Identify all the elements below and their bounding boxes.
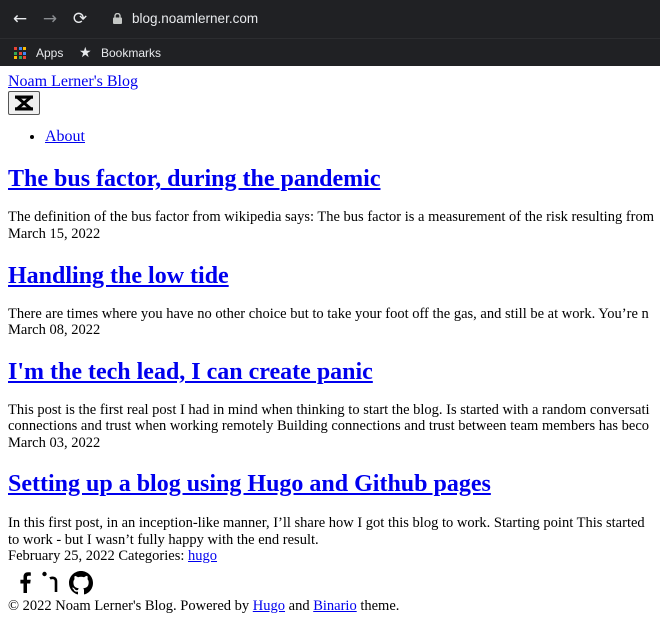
footer-text: theme. bbox=[360, 598, 400, 614]
footer-text: © 2022 Noam Lerner's Blog. Powered by bbox=[8, 598, 250, 614]
lock-icon bbox=[113, 13, 122, 24]
post-title-link[interactable]: Setting up a blog using Hugo and Github … bbox=[8, 471, 491, 497]
category-link[interactable]: hugo bbox=[188, 548, 217, 564]
post-summary: In this first post, in an inception-like… bbox=[8, 515, 645, 531]
post-title-link[interactable]: The bus factor, during the pandemic bbox=[8, 166, 381, 192]
github-icon[interactable] bbox=[68, 571, 94, 600]
post-title: Handling the low tide bbox=[8, 262, 229, 290]
categories-label: Categories: bbox=[118, 548, 185, 564]
footer-hugo-link[interactable]: Hugo bbox=[253, 598, 285, 614]
facebook-icon[interactable] bbox=[18, 571, 32, 598]
menu-toggle-button[interactable] bbox=[8, 91, 40, 115]
post-title: Setting up a blog using Hugo and Github … bbox=[8, 470, 491, 498]
post-meta: February 25, 2022 Categories: hugo bbox=[8, 548, 217, 565]
post-summary: to work - but I wasn’t fully happy with … bbox=[8, 532, 319, 548]
nav-item-about: About bbox=[45, 128, 85, 146]
linkedin-icon[interactable] bbox=[42, 571, 60, 598]
post-date: March 15, 2022 bbox=[8, 226, 101, 242]
post-title-link[interactable]: Handling the low tide bbox=[8, 263, 229, 289]
nav-link-about[interactable]: About bbox=[45, 128, 85, 145]
site-title-link[interactable]: Noam Lerner's Blog bbox=[8, 73, 138, 91]
post-summary: The definition of the bus factor from wi… bbox=[8, 209, 655, 225]
url-text: blog.noamlerner.com bbox=[132, 11, 259, 26]
post-title-link[interactable]: I'm the tech lead, I can create panic bbox=[8, 359, 373, 385]
browser-chrome: ← → ⟳ blog.noamlerner.com Apps ★ Bookmar… bbox=[0, 0, 660, 66]
bookmark-label: Apps bbox=[36, 46, 64, 60]
post-title: I'm the tech lead, I can create panic bbox=[8, 358, 373, 386]
footer-binario-link[interactable]: Binario bbox=[313, 598, 357, 614]
apps-grid-icon bbox=[14, 47, 26, 59]
back-arrow-icon[interactable]: ← bbox=[9, 9, 31, 29]
address-bar[interactable]: blog.noamlerner.com bbox=[100, 5, 660, 33]
star-icon: ★ bbox=[79, 45, 92, 61]
bookmarks-bar: Apps ★ Bookmarks bbox=[0, 38, 660, 66]
post-date: February 25, 2022 bbox=[8, 548, 115, 564]
page-content: Noam Lerner's Blog About The bus factor,… bbox=[0, 66, 660, 631]
reload-icon[interactable]: ⟳ bbox=[69, 9, 91, 29]
footer-text: and bbox=[288, 598, 310, 614]
nav-menu: About bbox=[0, 128, 85, 146]
hamburger-icon bbox=[15, 95, 33, 111]
bookmark-label: Bookmarks bbox=[101, 46, 162, 60]
bookmark-apps[interactable]: Apps bbox=[14, 43, 74, 63]
bookmark-bookmarks[interactable]: ★ Bookmarks bbox=[79, 43, 164, 63]
footer: © 2022 Noam Lerner's Blog. Powered by Hu… bbox=[8, 598, 399, 615]
post-title: The bus factor, during the pandemic bbox=[8, 165, 381, 193]
post-date: March 03, 2022 bbox=[8, 435, 101, 451]
forward-arrow-icon[interactable]: → bbox=[39, 9, 61, 29]
post-date: March 08, 2022 bbox=[8, 322, 101, 338]
post-summary: This post is the first real post I had i… bbox=[8, 402, 650, 418]
post-summary: connections and trust when working remot… bbox=[8, 418, 650, 434]
post-summary: There are times where you have no other … bbox=[8, 306, 649, 322]
toolbar: ← → ⟳ blog.noamlerner.com bbox=[0, 0, 660, 38]
